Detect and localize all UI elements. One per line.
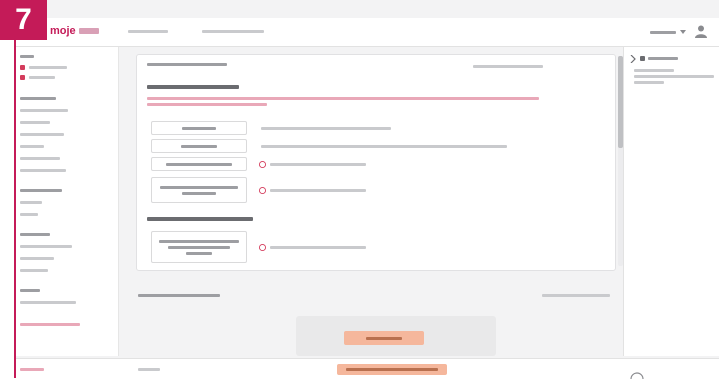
card-title <box>147 63 227 66</box>
form-row <box>151 157 366 171</box>
sidebar-heading <box>20 189 62 192</box>
user-menu[interactable] <box>650 30 686 34</box>
footer-button[interactable] <box>337 364 447 375</box>
sidebar-marker <box>20 65 25 70</box>
help-text <box>634 75 714 78</box>
field-value <box>270 188 366 192</box>
error-text <box>147 97 539 100</box>
help-icon <box>640 56 645 61</box>
form-row <box>151 231 366 263</box>
user-icon[interactable] <box>694 24 708 38</box>
help-title <box>648 57 678 60</box>
second-section <box>136 286 614 356</box>
section-heading <box>147 217 253 221</box>
field-button[interactable] <box>151 177 247 203</box>
section-link[interactable] <box>542 294 610 297</box>
logo-word: moje <box>50 25 76 37</box>
sidebar-item[interactable] <box>20 157 60 160</box>
field-button[interactable] <box>151 139 247 153</box>
logo-mark <box>78 28 99 34</box>
sidebar-item[interactable] <box>20 75 55 80</box>
field-value <box>261 144 507 148</box>
form-row <box>151 139 507 153</box>
footer-bar <box>14 358 719 379</box>
sidebar-marker <box>20 75 25 80</box>
help-panel <box>623 47 719 356</box>
sidebar-heading <box>20 233 50 236</box>
sidebar-item[interactable] <box>20 257 54 260</box>
field-value <box>270 162 366 166</box>
primary-button[interactable] <box>344 331 424 345</box>
sidebar-item[interactable] <box>20 301 76 304</box>
warning-icon <box>259 160 266 168</box>
section-title <box>138 294 220 297</box>
field-button[interactable] <box>151 231 247 263</box>
sidebar-item[interactable] <box>20 213 38 216</box>
app-window: moje <box>14 0 719 379</box>
field-value <box>261 126 391 130</box>
chevron-down-icon <box>680 30 686 34</box>
sidebar-item[interactable] <box>20 109 68 112</box>
sidebar-heading <box>20 97 56 100</box>
sidebar-item[interactable] <box>20 121 50 124</box>
top-nav: moje <box>14 18 719 47</box>
sidebar-item[interactable] <box>20 65 67 70</box>
footer-text <box>138 368 160 371</box>
sidebar-item[interactable] <box>20 245 72 248</box>
sidebar-item[interactable] <box>20 169 66 172</box>
sidebar-item[interactable] <box>20 201 42 204</box>
section-heading <box>147 85 239 89</box>
warning-icon <box>259 243 266 251</box>
left-accent-bar <box>14 0 16 378</box>
field-button[interactable] <box>151 157 247 171</box>
top-nav-tab[interactable] <box>128 30 168 33</box>
step-badge: 7 <box>0 0 47 40</box>
help-text <box>634 69 674 72</box>
sidebar-item[interactable] <box>20 133 64 136</box>
sidebar <box>14 47 119 356</box>
settings-card <box>136 54 616 271</box>
sidebar-heading <box>20 55 34 58</box>
form-row <box>151 177 366 203</box>
field-button[interactable] <box>151 121 247 135</box>
footer-link[interactable] <box>20 368 44 371</box>
card-header-link[interactable] <box>473 65 543 68</box>
error-text <box>147 103 267 106</box>
help-text <box>634 81 664 84</box>
sidebar-link-pink[interactable] <box>20 323 80 326</box>
app-logo[interactable]: moje <box>50 25 99 37</box>
sidebar-item[interactable] <box>20 269 48 272</box>
field-value <box>270 245 366 249</box>
user-name <box>650 30 676 34</box>
warning-icon <box>259 186 266 194</box>
chevron-right-icon[interactable] <box>630 55 636 63</box>
top-nav-tab[interactable] <box>202 30 264 33</box>
sidebar-item[interactable] <box>20 145 44 148</box>
form-row <box>151 121 391 135</box>
sidebar-heading <box>20 289 40 292</box>
